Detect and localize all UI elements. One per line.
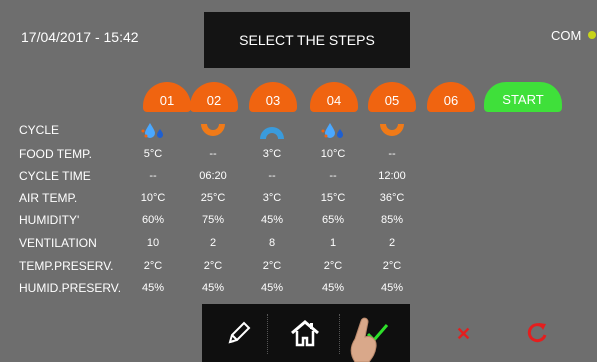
- humid-preserv-step-03: 45%: [260, 282, 284, 294]
- temp-preserv-step-02: 2°C: [203, 260, 223, 272]
- start-button[interactable]: START: [484, 82, 562, 112]
- temp-preserv-step-01: 2°C: [143, 260, 163, 272]
- humid-preserv-step-05: 45%: [380, 282, 404, 294]
- ventilation-step-01: 10: [146, 237, 160, 249]
- cycle-time-step-02: 06:20: [199, 170, 227, 182]
- com-status-dot: [588, 31, 596, 39]
- cycle-time-step-01: --: [149, 170, 157, 182]
- cool-drops-icon: [321, 123, 343, 138]
- food-temp-step-03: 3°C: [262, 148, 282, 160]
- food-temp-step-04: 10°C: [320, 148, 346, 160]
- edit-button[interactable]: [214, 304, 264, 362]
- screen-title-text: SELECT THE STEPS: [239, 32, 375, 48]
- row-label-ventilation: VENTILATION: [19, 236, 97, 250]
- cycle-time-step-04: --: [329, 170, 337, 182]
- step-tab-05[interactable]: 05: [368, 82, 416, 112]
- step-tab-02[interactable]: 02: [190, 82, 238, 112]
- temp-preserv-step-04: 2°C: [323, 260, 343, 272]
- humidity-step-04: 65%: [321, 214, 345, 226]
- row-label-food-temp: FOOD TEMP.: [19, 147, 92, 161]
- row-label-humidity: HUMIDITY': [19, 213, 80, 227]
- air-temp-step-05: 36°C: [379, 192, 405, 204]
- air-temp-step-03: 3°C: [262, 192, 282, 204]
- humid-preserv-step-02: 45%: [201, 282, 225, 294]
- bowl-orange-icon: [380, 124, 404, 136]
- humidity-step-03: 45%: [260, 214, 284, 226]
- redo-icon[interactable]: [527, 321, 549, 343]
- toolbar-separator: [267, 314, 269, 354]
- home-button[interactable]: [280, 304, 330, 362]
- row-label-humid-preserv: HUMID.PRESERV.: [19, 281, 122, 295]
- cancel-button[interactable]: ✕: [456, 324, 471, 345]
- air-temp-step-01: 10°C: [140, 192, 166, 204]
- humid-preserv-step-04: 45%: [321, 282, 345, 294]
- pencil-icon: [228, 321, 251, 344]
- screen-title: SELECT THE STEPS: [204, 12, 410, 68]
- humidity-step-05: 85%: [380, 214, 404, 226]
- ventilation-step-04: 1: [329, 237, 337, 249]
- row-label-cycle: CYCLE: [19, 123, 60, 137]
- humidity-step-02: 75%: [201, 214, 225, 226]
- step-tab-label: 04: [326, 93, 342, 108]
- ventilation-step-03: 8: [268, 237, 276, 249]
- step-tab-label: 05: [384, 93, 400, 108]
- ventilation-step-05: 2: [388, 237, 396, 249]
- humidity-step-01: 60%: [141, 214, 165, 226]
- row-label-cycle-time: CYCLE TIME: [19, 169, 91, 183]
- arch-blue-icon: [260, 127, 284, 139]
- temp-preserv-step-03: 2°C: [262, 260, 282, 272]
- step-tab-01[interactable]: 01: [143, 82, 191, 112]
- com-label: COM: [551, 28, 582, 43]
- step-tab-03[interactable]: 03: [249, 82, 297, 112]
- datetime: 17/04/2017 - 15:42: [21, 29, 139, 45]
- cycle-time-step-05: 12:00: [378, 170, 406, 182]
- row-label-air-temp: AIR TEMP.: [19, 191, 78, 205]
- step-tab-label: 06: [443, 93, 459, 108]
- bowl-orange-icon: [201, 124, 225, 136]
- cycle-time-step-03: --: [268, 170, 276, 182]
- step-tab-label: 02: [206, 93, 222, 108]
- step-tab-06[interactable]: 06: [427, 82, 475, 112]
- air-temp-step-02: 25°C: [200, 192, 226, 204]
- row-label-temp-preserv: TEMP.PRESERV.: [19, 259, 114, 273]
- air-temp-step-04: 15°C: [320, 192, 346, 204]
- home-icon: [291, 320, 319, 347]
- food-temp-step-01: 5°C: [143, 148, 163, 160]
- step-tab-04[interactable]: 04: [310, 82, 358, 112]
- temp-preserv-step-05: 2°C: [382, 260, 402, 272]
- cool-drops-icon: [141, 123, 163, 138]
- step-tab-label: 01: [159, 93, 175, 108]
- food-temp-step-05: --: [388, 148, 396, 160]
- ventilation-step-02: 2: [209, 237, 217, 249]
- finger-icon: [350, 317, 377, 362]
- x-icon: ✕: [456, 324, 472, 344]
- humid-preserv-step-01: 45%: [141, 282, 165, 294]
- start-button-label: START: [502, 92, 544, 107]
- step-tab-label: 03: [265, 93, 281, 108]
- food-temp-step-02: --: [209, 148, 217, 160]
